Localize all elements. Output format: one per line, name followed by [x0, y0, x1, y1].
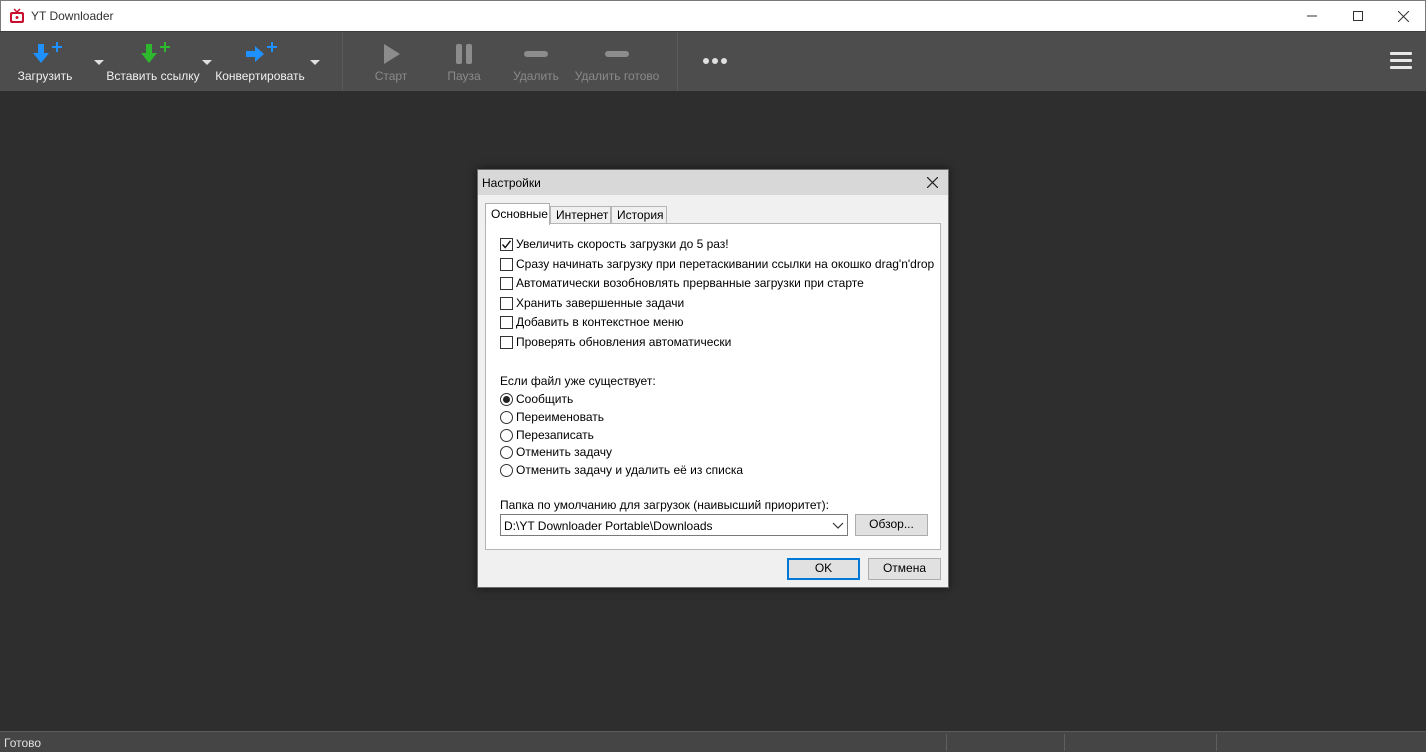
paste-link-icon [141, 42, 170, 63]
download-button[interactable]: Загрузить [8, 32, 82, 92]
checkmark-icon [501, 239, 512, 249]
window-titlebar: YT Downloader [0, 0, 1426, 31]
start-button[interactable]: Старт [366, 32, 416, 92]
exists-cancel-remove-option[interactable]: Отменить задачу и удалить её из списка [500, 462, 743, 478]
auto-resume-label: Автоматически возобновлять прерванные за… [516, 276, 864, 290]
status-divider [1064, 734, 1065, 751]
exists-overwrite-radio[interactable] [500, 428, 513, 442]
minus-icon [524, 51, 548, 57]
download-plus-icon [33, 42, 62, 63]
delete-label: Удалить [513, 69, 559, 83]
dragdrop-start-option[interactable]: Сразу начинать загрузку при перетаскиван… [500, 256, 934, 272]
convert-icon [246, 42, 277, 62]
status-text: Готово [4, 736, 42, 750]
delete-done-label: Удалить готово [574, 69, 660, 83]
exists-cancel-remove-radio[interactable] [500, 463, 513, 477]
delete-done-button[interactable]: Удалить готово [572, 32, 662, 92]
auto-update-checkbox[interactable] [500, 335, 513, 349]
keep-finished-label: Хранить завершенные задачи [516, 296, 685, 310]
status-divider [1216, 734, 1217, 751]
auto-resume-option[interactable]: Автоматически возобновлять прерванные за… [500, 275, 864, 291]
status-divider [946, 734, 947, 751]
dragdrop-start-checkbox[interactable] [500, 257, 513, 271]
exists-cancel-option[interactable]: Отменить задачу [500, 444, 612, 460]
toolbar-separator [342, 32, 343, 92]
convert-label: Конвертировать [215, 69, 305, 83]
close-icon [926, 177, 938, 188]
exists-notify-label: Сообщить [516, 392, 574, 406]
app-logo-icon [10, 8, 24, 23]
play-icon [384, 44, 400, 64]
status-bar: Готово [0, 731, 1426, 752]
paste-link-label: Вставить ссылку [106, 69, 200, 83]
pause-icon [456, 44, 472, 64]
ok-button[interactable]: OK [787, 558, 860, 580]
dialog-titlebar: Настройки [478, 170, 948, 195]
exists-cancel-radio[interactable] [500, 445, 513, 459]
speed-boost-checkbox[interactable] [500, 237, 513, 251]
maximize-button[interactable] [1335, 1, 1381, 31]
exists-rename-radio[interactable] [500, 410, 513, 424]
cancel-button[interactable]: Отмена [868, 558, 941, 580]
close-icon [1397, 10, 1409, 22]
auto-resume-checkbox[interactable] [500, 276, 513, 290]
browse-button[interactable]: Обзор... [855, 514, 928, 536]
tab-general[interactable]: Основные [485, 203, 550, 225]
more-dots-icon [703, 58, 727, 64]
maximize-icon [1353, 11, 1363, 21]
chevron-down-icon[interactable] [93, 58, 105, 66]
exists-rename-option[interactable]: Переименовать [500, 409, 604, 425]
main-toolbar: Загрузить Вставить ссылку Конвертировать… [0, 31, 1426, 92]
exists-cancel-label: Отменить задачу [516, 445, 613, 459]
hamburger-menu-icon [1390, 52, 1412, 69]
exists-cancel-remove-label: Отменить задачу и удалить её из списка [516, 463, 744, 477]
chevron-down-icon[interactable] [309, 58, 321, 66]
dialog-title: Настройки [482, 176, 541, 190]
exists-overwrite-label: Перезаписать [516, 428, 594, 442]
download-folder-heading: Папка по умолчанию для загрузок (наивысш… [500, 498, 829, 512]
keep-finished-option[interactable]: Хранить завершенные задачи [500, 295, 684, 311]
paste-link-button[interactable]: Вставить ссылку [106, 32, 200, 92]
exists-overwrite-option[interactable]: Перезаписать [500, 427, 594, 443]
auto-update-label: Проверять обновления автоматически [516, 335, 732, 349]
general-tab-panel: Увеличить скорость загрузки до 5 раз! Ср… [485, 223, 941, 550]
exists-notify-option[interactable]: Сообщить [500, 391, 573, 407]
context-menu-label: Добавить в контекстное меню [516, 315, 684, 329]
close-button[interactable] [1380, 1, 1426, 31]
main-menu-button[interactable] [1386, 32, 1416, 92]
chevron-down-icon[interactable] [201, 58, 213, 66]
auto-update-option[interactable]: Проверять обновления автоматически [500, 334, 731, 350]
delete-button[interactable]: Удалить [508, 32, 564, 92]
keep-finished-checkbox[interactable] [500, 296, 513, 310]
download-folder-value: D:\YT Downloader Portable\Downloads [504, 519, 713, 533]
dialog-close-button[interactable] [916, 170, 948, 195]
toolbar-separator [677, 32, 678, 92]
file-exists-heading: Если файл уже существует: [500, 374, 656, 388]
speed-boost-option[interactable]: Увеличить скорость загрузки до 5 раз! [500, 236, 729, 252]
context-menu-checkbox[interactable] [500, 315, 513, 329]
speed-boost-label: Увеличить скорость загрузки до 5 раз! [516, 237, 729, 251]
chevron-down-icon [832, 522, 844, 529]
start-label: Старт [374, 69, 408, 83]
minus-icon [605, 51, 629, 57]
dragdrop-start-label: Сразу начинать загрузку при перетаскиван… [516, 257, 935, 271]
window-title: YT Downloader [31, 9, 114, 23]
more-button[interactable] [698, 32, 734, 92]
download-folder-combobox[interactable]: D:\YT Downloader Portable\Downloads [500, 514, 848, 536]
exists-rename-label: Переименовать [516, 410, 604, 424]
settings-dialog: Настройки Основные Интернет История Увел… [477, 169, 949, 588]
convert-button[interactable]: Конвертировать [214, 32, 306, 92]
pause-button[interactable]: Пауза [439, 32, 489, 92]
context-menu-option[interactable]: Добавить в контекстное меню [500, 314, 684, 330]
pause-label: Пауза [447, 69, 481, 83]
minimize-button[interactable] [1289, 1, 1335, 31]
minimize-icon [1307, 15, 1317, 17]
exists-notify-radio[interactable] [500, 392, 513, 406]
download-label: Загрузить [17, 69, 73, 83]
